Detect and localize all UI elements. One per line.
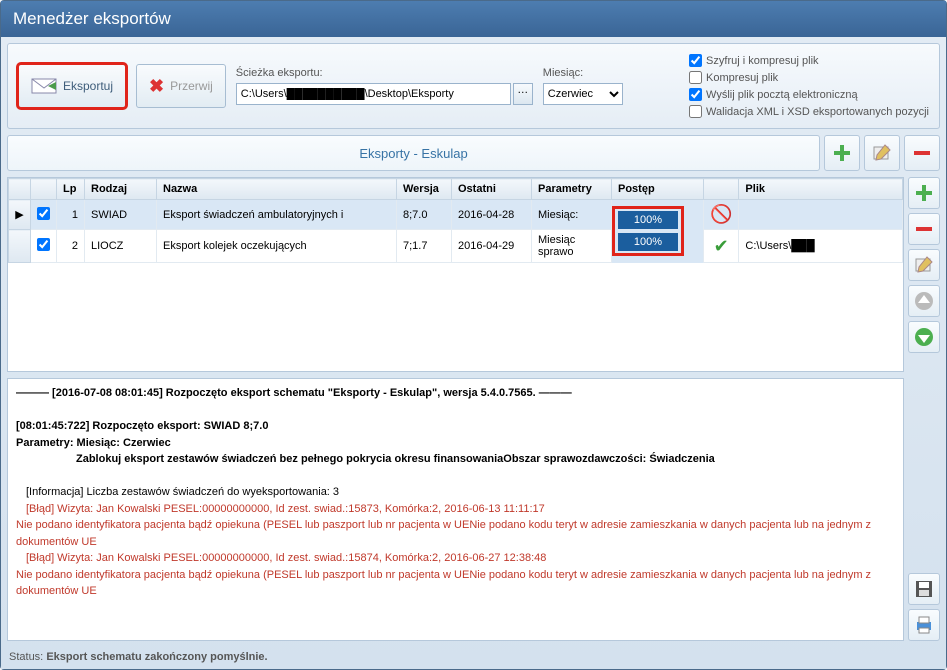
row-checkbox[interactable] <box>37 207 50 220</box>
cancel-button[interactable]: ✖ Przerwij <box>136 64 226 108</box>
progress-bar: 100% <box>618 211 678 229</box>
export-path-group: Ścieżka eksportu: … <box>236 67 533 105</box>
log-line: [08:01:45:722] Rozpoczęto eksport: SWIAD… <box>16 420 268 432</box>
schema-name[interactable]: Eksporty - Eskulap <box>7 135 820 171</box>
check-encrypt-box[interactable] <box>689 54 702 67</box>
log-header: ——— [2016-07-08 08:01:45] Rozpoczęto eks… <box>16 387 572 399</box>
add-row-button[interactable] <box>908 177 940 209</box>
check-validate-box[interactable] <box>689 105 702 118</box>
print-icon <box>913 614 935 636</box>
month-group: Miesiąc: Czerwiec <box>543 67 623 105</box>
forbid-icon: 🚫 <box>710 204 732 224</box>
log-error: Nie podano identyfikatora pacjenta bądź … <box>16 567 895 600</box>
remove-schema-button[interactable] <box>904 135 940 171</box>
grid-side-buttons <box>908 177 940 372</box>
log-error: Nie podano identyfikatora pacjenta bądź … <box>16 517 895 550</box>
move-up-button[interactable] <box>908 285 940 317</box>
remove-row-button[interactable] <box>908 213 940 245</box>
window-title: Menedżer eksportów <box>1 1 946 37</box>
status-bar: Status: Eksport schematu zakończony pomy… <box>7 647 940 663</box>
cross-icon: ✖ <box>149 76 164 97</box>
edit-row-button[interactable] <box>908 249 940 281</box>
row-checkbox[interactable] <box>37 238 50 251</box>
log-info: [Informacja] Liczba zestawów świadczeń d… <box>16 484 895 501</box>
plus-icon <box>831 142 853 164</box>
grid-header-row: Lp Rodzaj Nazwa Wersja Ostatni Parametry… <box>9 179 903 200</box>
main-toolbar: Eksportuj ✖ Przerwij Ścieżka eksportu: …… <box>7 43 940 129</box>
log-error: [Błąd] Wizyta: Jan Kowalski PESEL:000000… <box>16 501 895 518</box>
log-line: Parametry: Miesiąc: Czerwiec <box>16 437 171 449</box>
edit-icon <box>871 142 893 164</box>
minus-icon <box>913 218 935 240</box>
check-email[interactable]: Wyślij plik pocztą elektroniczną <box>689 88 929 101</box>
envelope-icon <box>31 76 57 96</box>
export-button[interactable]: Eksportuj <box>18 64 126 108</box>
check-compress[interactable]: Kompresuj plik <box>689 71 929 84</box>
browse-button[interactable]: … <box>513 83 533 105</box>
log-panel[interactable]: ——— [2016-07-08 08:01:45] Rozpoczęto eks… <box>7 378 904 641</box>
check-encrypt[interactable]: Szyfruj i kompresuj plik <box>689 54 929 67</box>
month-label: Miesiąc: <box>543 67 623 79</box>
arrow-down-icon <box>913 326 935 348</box>
schema-bar: Eksporty - Eskulap <box>7 135 940 171</box>
save-icon <box>913 578 935 600</box>
export-path-input[interactable] <box>236 83 511 105</box>
minus-icon <box>911 142 933 164</box>
log-error: [Błąd] Wizyta: Jan Kowalski PESEL:000000… <box>16 550 895 567</box>
arrow-up-icon <box>913 290 935 312</box>
options-checkboxes: Szyfruj i kompresuj plik Kompresuj plik … <box>689 54 929 118</box>
save-log-button[interactable] <box>908 573 940 605</box>
cancel-button-label: Przerwij <box>170 79 213 93</box>
move-down-button[interactable] <box>908 321 940 353</box>
plus-icon <box>913 182 935 204</box>
table-row[interactable]: 2LIOCZEksport kolejek oczekujących7;1.72… <box>9 230 903 263</box>
edit-schema-button[interactable] <box>864 135 900 171</box>
add-schema-button[interactable] <box>824 135 860 171</box>
print-log-button[interactable] <box>908 609 940 641</box>
progress-bar: 100% <box>618 233 678 251</box>
log-side-buttons <box>908 378 940 641</box>
path-label: Ścieżka eksportu: <box>236 67 533 79</box>
log-line: Zablokuj eksport zestawów świadczeń bez … <box>76 453 715 465</box>
edit-icon <box>913 254 935 276</box>
table-row[interactable]: ▶1SWIADEksport świadczeń ambulatoryjnych… <box>9 200 903 230</box>
export-button-label: Eksportuj <box>63 79 113 93</box>
export-grid[interactable]: Lp Rodzaj Nazwa Wersja Ostatni Parametry… <box>7 177 904 372</box>
month-select[interactable]: Czerwiec <box>543 83 623 105</box>
check-validate[interactable]: Walidacja XML i XSD eksportowanych pozyc… <box>689 105 929 118</box>
check-email-box[interactable] <box>689 88 702 101</box>
check-icon: ✔ <box>714 236 729 256</box>
check-compress-box[interactable] <box>689 71 702 84</box>
